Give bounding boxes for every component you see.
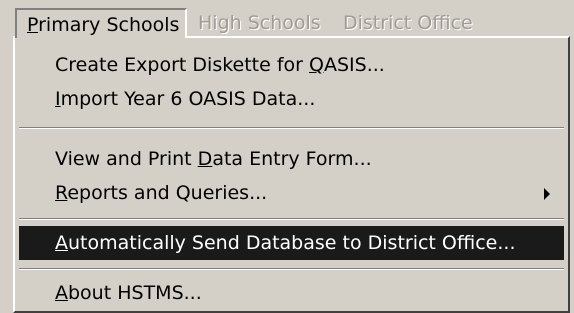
- menu-item-mnemonic: A: [55, 282, 68, 304]
- menu-item-view-print-data-entry-form[interactable]: View and Print Data Entry Form...: [19, 142, 564, 176]
- menu-item-text-post: ata Entry Form...: [212, 148, 372, 170]
- menu-separator: [19, 218, 564, 220]
- menu-item-import-year6-oasis-data[interactable]: Import Year 6 OASIS Data...: [19, 82, 564, 116]
- menu-primary-schools-mnemonic: P: [27, 14, 39, 36]
- menu-item-mnemonic: R: [55, 182, 68, 204]
- primary-schools-dropdown: Create Export Diskette for QASIS... Impo…: [13, 36, 570, 313]
- menu-district-office[interactable]: District Office: [343, 8, 473, 38]
- menu-item-text-pre: View and Print: [55, 148, 198, 170]
- menu-item-text-post: eports and Queries...: [67, 182, 268, 204]
- submenu-arrow-icon: [544, 188, 550, 200]
- menu-item-auto-send-database[interactable]: Automatically Send Database to District …: [19, 226, 564, 260]
- menu-separator: [19, 127, 564, 129]
- menu-item-text-post: utomatically Send Database to District O…: [68, 232, 516, 254]
- menu-item-create-export-diskette[interactable]: Create Export Diskette for QASIS...: [19, 48, 564, 82]
- menu-item-mnemonic: D: [197, 148, 213, 170]
- menu-item-mnemonic: A: [55, 232, 68, 254]
- menu-item-reports-and-queries[interactable]: Reports and Queries...: [19, 176, 564, 210]
- menu-separator: [19, 268, 564, 270]
- menu-high-schools[interactable]: High Schools: [198, 8, 321, 38]
- menu-item-text-post: bout HSTMS...: [68, 282, 202, 304]
- menu-item-mnemonic: Q: [309, 54, 324, 76]
- menu-item-text-pre: Create Export Diskette for: [55, 54, 310, 76]
- menu-bar: Primary Schools High Schools District Of…: [0, 0, 574, 40]
- menu-item-about-hstms[interactable]: About HSTMS...: [19, 276, 564, 310]
- menu-primary-schools-label: rimary Schools: [38, 14, 180, 36]
- menu-item-text-post: ASIS...: [324, 54, 385, 76]
- menu-primary-schools[interactable]: Primary Schools: [15, 8, 187, 38]
- menu-item-text-post: mport Year 6 OASIS Data...: [60, 88, 316, 110]
